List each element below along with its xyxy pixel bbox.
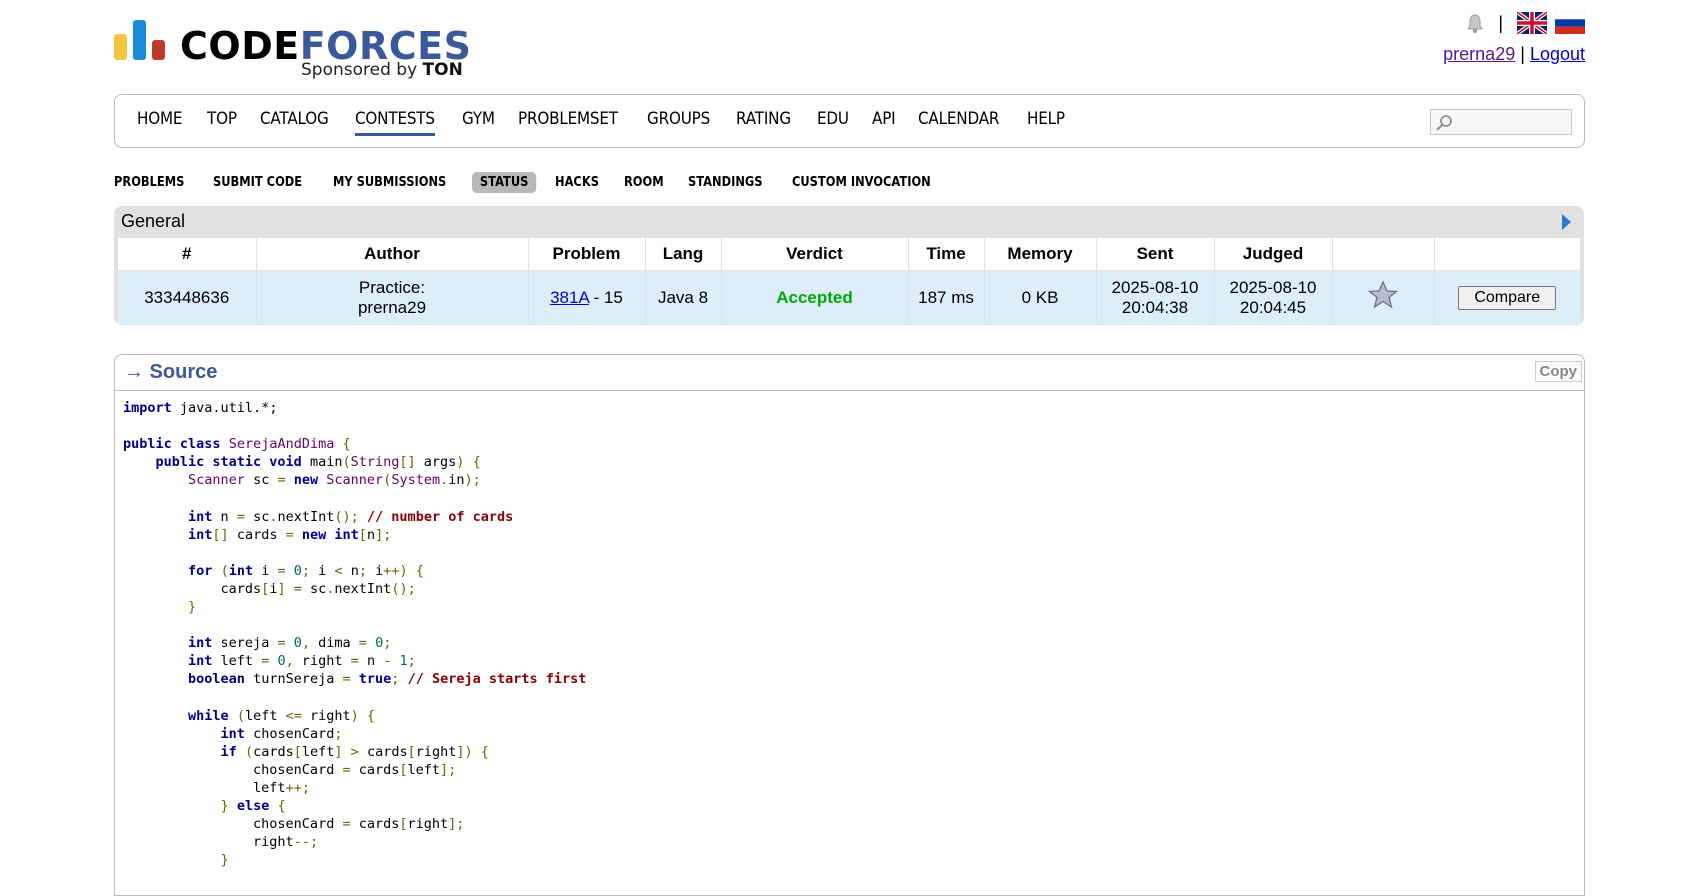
- menu-item-rating[interactable]: RATING: [736, 109, 791, 136]
- submission-status-panel: General # Author Problem Lang Verdict Ti…: [114, 206, 1584, 325]
- sent-time: 20:04:38: [1121, 297, 1189, 317]
- memory-cell: 0 KB: [984, 270, 1097, 324]
- author-practice-label: Practice:: [358, 277, 426, 297]
- col-header-time: Time: [908, 238, 985, 271]
- table-row: 333448636 Practice: prerna29 381A - 15 J…: [118, 270, 1580, 324]
- menu-item-help[interactable]: HELP: [1027, 109, 1065, 136]
- english-flag-icon[interactable]: [1517, 12, 1547, 34]
- search-input[interactable]: [1430, 109, 1572, 135]
- menu-item-edu[interactable]: EDU: [817, 109, 849, 136]
- submenu-problems[interactable]: PROBLEMS: [114, 175, 184, 190]
- contest-submenu: PROBLEMS SUBMIT CODE MY SUBMISSIONS STAT…: [114, 172, 968, 193]
- search-icon: [1436, 115, 1452, 131]
- submenu-submit-code[interactable]: SUBMIT CODE: [213, 175, 302, 190]
- col-header-lang: Lang: [645, 238, 722, 271]
- col-header-verdict: Verdict: [721, 238, 909, 271]
- submenu-status[interactable]: STATUS: [471, 172, 537, 193]
- user-area: | prerna29 | Logout: [1443, 10, 1585, 65]
- table-header-row: # Author Problem Lang Verdict Time Memor…: [118, 238, 1580, 271]
- menu-item-problemset[interactable]: PROBLEMSET: [518, 109, 618, 136]
- time-cell: 187 ms: [908, 270, 985, 324]
- col-header-author: Author: [256, 238, 529, 271]
- submission-table: # Author Problem Lang Verdict Time Memor…: [118, 238, 1580, 324]
- submenu-my-submissions[interactable]: MY SUBMISSIONS: [333, 175, 446, 190]
- username-link[interactable]: prerna29: [1443, 44, 1515, 64]
- source-code: import java.util.*; public class SerejaA…: [123, 400, 587, 869]
- col-header-favourite: [1332, 238, 1435, 271]
- russian-flag-icon[interactable]: [1555, 12, 1585, 34]
- col-header-problem: Problem: [528, 238, 646, 271]
- menu-item-home[interactable]: HOME: [137, 109, 183, 136]
- menu-item-gym[interactable]: GYM: [462, 109, 495, 136]
- sent-date: 2025-08-10: [1111, 277, 1199, 297]
- menu-item-groups[interactable]: GROUPS: [647, 109, 710, 136]
- menu-item-catalog[interactable]: CATALOG: [260, 109, 329, 136]
- problem-cell: 381A - 15: [528, 270, 646, 324]
- problem-suffix: - 15: [588, 287, 623, 307]
- lang-cell: Java 8: [645, 270, 722, 324]
- author-cell: Practice: prerna29: [256, 270, 529, 324]
- judged-time: 20:04:45: [1239, 297, 1307, 317]
- bell-icon[interactable]: [1466, 13, 1484, 33]
- col-header-sent: Sent: [1096, 238, 1215, 271]
- submenu-custom-invocation[interactable]: CUSTOM INVOCATION: [792, 175, 931, 190]
- star-icon[interactable]: [1367, 280, 1399, 310]
- menu-item-api[interactable]: API: [872, 109, 896, 136]
- logo-bars-icon: [114, 20, 165, 60]
- submenu-hacks[interactable]: HACKS: [555, 175, 599, 190]
- verdict-cell: Accepted: [721, 270, 909, 324]
- col-header-memory: Memory: [984, 238, 1097, 271]
- col-header-judged: Judged: [1214, 238, 1333, 271]
- submenu-room[interactable]: ROOM: [624, 175, 664, 190]
- col-header-compare: [1434, 238, 1580, 271]
- sponsor-text: Sponsored by TON: [301, 60, 463, 80]
- submenu-standings[interactable]: STANDINGS: [688, 175, 763, 190]
- menu-item-top[interactable]: TOP: [207, 109, 237, 136]
- judged-date: 2025-08-10: [1229, 277, 1317, 297]
- copy-button[interactable]: Copy: [1534, 361, 1582, 382]
- sent-cell: 2025-08-10 20:04:38: [1096, 270, 1215, 324]
- author-name[interactable]: prerna29: [257, 298, 528, 318]
- source-title[interactable]: → Source: [124, 361, 217, 384]
- main-menu: HOME TOP CATALOG CONTESTS GYM PROBLEMSET…: [114, 94, 1585, 148]
- judged-cell: 2025-08-10 20:04:45: [1214, 270, 1333, 324]
- expand-arrow-icon[interactable]: [1560, 213, 1572, 231]
- link-separator: |: [1520, 44, 1525, 64]
- favourite-cell: [1332, 270, 1435, 324]
- source-panel: → Source Copy import java.util.*; public…: [114, 354, 1585, 896]
- panel-title: General: [121, 211, 186, 231]
- submission-id[interactable]: 333448636: [118, 270, 257, 324]
- menu-item-contests[interactable]: CONTESTS: [354, 109, 435, 136]
- problem-link[interactable]: 381A: [550, 288, 589, 307]
- icon-separator: |: [1498, 12, 1503, 33]
- compare-button[interactable]: Compare: [1458, 285, 1557, 310]
- menu-item-calendar[interactable]: CALENDAR: [918, 109, 999, 136]
- col-header-id: #: [118, 238, 257, 271]
- compare-cell: Compare: [1434, 270, 1580, 324]
- logout-link[interactable]: Logout: [1530, 44, 1585, 64]
